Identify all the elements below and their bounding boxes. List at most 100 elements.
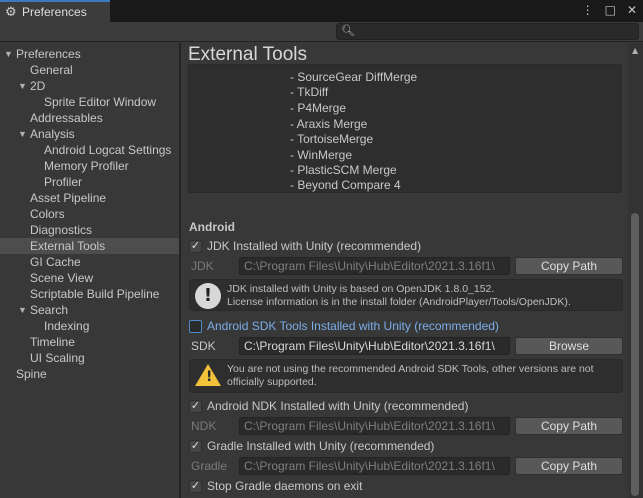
ndk-copy-path-button[interactable]: Copy Path <box>515 417 623 435</box>
warning-line: officially supported. <box>227 376 317 388</box>
android-section-header: Android <box>189 220 235 234</box>
info-text: JDK installed with Unity is based on Ope… <box>227 283 571 309</box>
sidebar-item-profiler[interactable]: Profiler <box>0 174 179 190</box>
scrollbar-thumb[interactable] <box>631 213 639 496</box>
preferences-sidebar: ▼ Preferences General ▼ 2D Sprite Editor… <box>0 43 179 498</box>
info-line: JDK installed with Unity is based on Ope… <box>227 283 495 295</box>
info-line: License information is in the install fo… <box>227 296 571 308</box>
warning-text: You are not using the recommended Androi… <box>227 363 594 389</box>
gradle-installed-toggle[interactable]: ✓ Gradle Installed with Unity (recommend… <box>189 438 434 454</box>
sidebar-item-analysis[interactable]: ▼ Analysis <box>0 126 179 142</box>
gradle-path-field[interactable]: C:\Program Files\Unity\Hub\Editor\2021.3… <box>239 457 510 475</box>
sidebar-item-external-tools[interactable]: External Tools <box>0 238 179 254</box>
expand-arrow-icon[interactable]: ▼ <box>18 126 27 142</box>
list-item: - SourceGear DiffMerge <box>290 70 418 84</box>
sidebar-item-label: External Tools <box>30 239 106 253</box>
sidebar-item-indexing[interactable]: Indexing <box>0 318 179 334</box>
sidebar-item-colors[interactable]: Colors <box>0 206 179 222</box>
settings-panel: External Tools - SourceGear DiffMerge - … <box>181 43 628 498</box>
sdk-installed-toggle[interactable]: Android SDK Tools Installed with Unity (… <box>189 318 499 334</box>
checkbox-unchecked-icon[interactable] <box>189 319 202 333</box>
sidebar-item-sprite-editor-window[interactable]: Sprite Editor Window <box>0 94 179 110</box>
sidebar-item-android-logcat-settings[interactable]: Android Logcat Settings <box>0 142 179 158</box>
list-item: - TkDiff <box>290 85 329 99</box>
sidebar-item-label: Spine <box>16 367 47 381</box>
sidebar-item-label: Colors <box>30 207 65 221</box>
window-tab[interactable]: ⚙ Preferences <box>0 0 110 22</box>
sidebar-item-addressables[interactable]: Addressables <box>0 110 179 126</box>
list-item: - WinMerge <box>290 148 353 162</box>
window-title: Preferences <box>22 5 87 19</box>
sidebar-item-asset-pipeline[interactable]: Asset Pipeline <box>0 190 179 206</box>
more-icon[interactable]: ⋮ <box>582 3 594 17</box>
sdk-warning-box: ! You are not using the recommended Andr… <box>189 359 623 393</box>
stop-gradle-toggle[interactable]: ✓ Stop Gradle daemons on exit <box>189 478 362 494</box>
sidebar-item-label: General <box>30 63 73 77</box>
sidebar-item-preferences[interactable]: ▼ Preferences <box>0 46 179 62</box>
sidebar-item-label: Memory Profiler <box>44 159 129 173</box>
jdk-copy-path-button[interactable]: Copy Path <box>515 257 623 275</box>
checkbox-checked-icon[interactable]: ✓ <box>189 439 202 453</box>
sdk-path-field[interactable]: C:\Program Files\Unity\Hub\Editor\2021.3… <box>239 337 510 355</box>
jdk-installed-toggle[interactable]: ✓ JDK Installed with Unity (recommended) <box>189 238 421 254</box>
ndk-label: NDK <box>191 419 217 433</box>
search-icon: 🔍︎ <box>341 24 355 37</box>
sidebar-item-spine[interactable]: Spine <box>0 366 179 382</box>
jdk-info-box: ! JDK installed with Unity is based on O… <box>189 279 623 311</box>
toolbar: 🔍︎ <box>0 22 643 42</box>
sidebar-item-2d[interactable]: ▼ 2D <box>0 78 179 94</box>
expand-arrow-icon[interactable]: ▼ <box>18 302 27 318</box>
info-icon: ! <box>195 283 221 309</box>
sdk-browse-button[interactable]: Browse <box>515 337 623 355</box>
sidebar-item-ui-scaling[interactable]: UI Scaling <box>0 350 179 366</box>
sidebar-item-search[interactable]: ▼ Search <box>0 302 179 318</box>
expand-arrow-icon[interactable]: ▼ <box>18 78 27 94</box>
sidebar-item-diagnostics[interactable]: Diagnostics <box>0 222 179 238</box>
sidebar-item-label: Addressables <box>30 111 103 125</box>
sidebar-item-label: Profiler <box>44 175 83 189</box>
jdk-path-row: JDK C:\Program Files\Unity\Hub\Editor\20… <box>189 257 623 275</box>
sidebar-item-label: Asset Pipeline <box>30 191 107 205</box>
gradle-label: Gradle <box>191 459 228 473</box>
vertical-scrollbar[interactable]: ▲ <box>628 43 643 498</box>
checkbox-checked-icon[interactable]: ✓ <box>189 239 202 253</box>
list-item: - Beyond Compare 4 <box>290 178 401 192</box>
sidebar-item-scriptable-build-pipeline[interactable]: Scriptable Build Pipeline <box>0 286 179 302</box>
diff-tools-list: - SourceGear DiffMerge - TkDiff - P4Merg… <box>188 64 622 193</box>
checkbox-label: Stop Gradle daemons on exit <box>207 479 363 493</box>
search-input[interactable]: 🔍︎ <box>336 23 639 40</box>
checkbox-label: JDK Installed with Unity (recommended) <box>207 239 422 253</box>
sidebar-item-label: GI Cache <box>30 255 81 269</box>
list-item: - Araxis Merge <box>290 117 368 131</box>
sidebar-item-label: Sprite Editor Window <box>44 95 157 109</box>
warning-mark: ! <box>206 369 213 385</box>
sidebar-item-label: Android Logcat Settings <box>44 143 172 157</box>
jdk-path-field[interactable]: C:\Program Files\Unity\Hub\Editor\2021.3… <box>239 257 510 275</box>
sidebar-item-timeline[interactable]: Timeline <box>0 334 179 350</box>
gradle-copy-path-button[interactable]: Copy Path <box>515 457 623 475</box>
close-icon[interactable]: ✕ <box>627 3 637 17</box>
expand-arrow-icon[interactable]: ▼ <box>4 46 13 62</box>
sidebar-item-scene-view[interactable]: Scene View <box>0 270 179 286</box>
warning-line: You are not using the recommended Androi… <box>227 363 594 375</box>
ndk-path-field[interactable]: C:\Program Files\Unity\Hub\Editor\2021.3… <box>239 417 510 435</box>
ndk-installed-toggle[interactable]: ✓ Android NDK Installed with Unity (reco… <box>189 398 468 414</box>
maximize-icon[interactable]: □ <box>605 3 616 17</box>
page-title: External Tools <box>188 44 307 65</box>
sidebar-item-gi-cache[interactable]: GI Cache <box>0 254 179 270</box>
sidebar-item-memory-profiler[interactable]: Memory Profiler <box>0 158 179 174</box>
sidebar-item-label: 2D <box>30 79 46 93</box>
sidebar-item-label: Timeline <box>30 335 75 349</box>
sidebar-item-label: Scene View <box>30 271 94 285</box>
checkbox-checked-icon[interactable]: ✓ <box>189 399 202 413</box>
sidebar-item-label: UI Scaling <box>30 351 85 365</box>
checkbox-label: Android SDK Tools Installed with Unity (… <box>207 319 499 333</box>
checkbox-checked-icon[interactable]: ✓ <box>189 479 202 493</box>
sidebar-item-label: Diagnostics <box>30 223 93 237</box>
sidebar-item-general[interactable]: General <box>0 62 179 78</box>
checkbox-label: Android NDK Installed with Unity (recomm… <box>207 399 469 413</box>
gear-icon: ⚙ <box>5 4 17 20</box>
title-bar: ⚙ Preferences ⋮ □ ✕ <box>0 0 643 22</box>
scroll-up-icon[interactable]: ▲ <box>632 46 638 55</box>
sidebar-item-label: Scriptable Build Pipeline <box>30 287 160 301</box>
